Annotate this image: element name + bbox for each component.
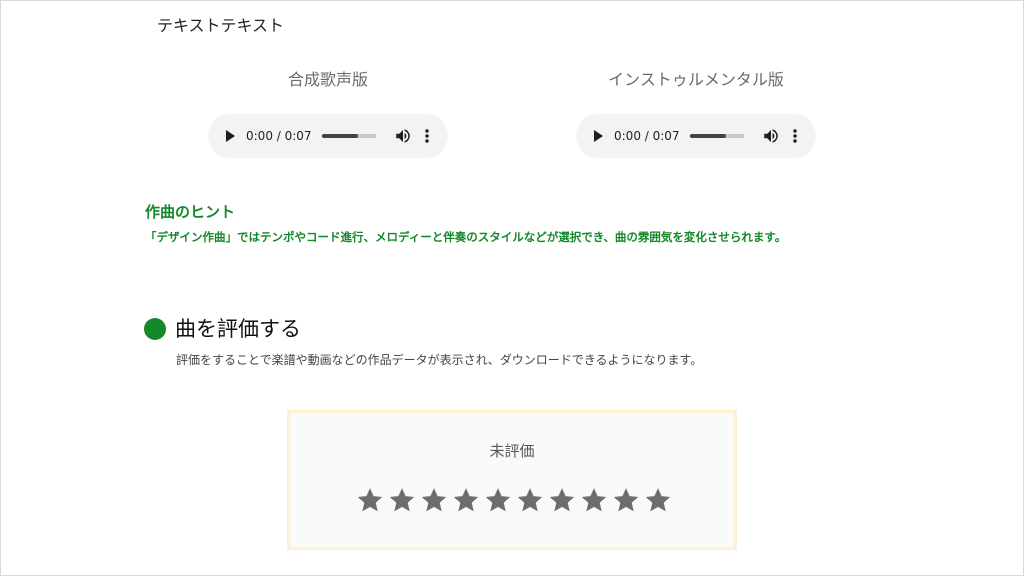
star-icon[interactable] [388, 486, 416, 514]
player-title: インストゥルメンタル版 [608, 70, 784, 89]
star-icon[interactable] [580, 486, 608, 514]
player-instrumental: インストゥルメンタル版 0:00 / 0:07 [576, 68, 816, 158]
star-icon[interactable] [420, 486, 448, 514]
rating-status: 未評価 [489, 442, 535, 460]
volume-icon[interactable] [394, 127, 412, 145]
seek-bar-fill [322, 134, 359, 138]
volume-icon[interactable] [762, 127, 780, 145]
section-title: 曲を評価する [175, 317, 301, 341]
play-icon[interactable] [226, 130, 235, 142]
seek-bar[interactable] [690, 134, 744, 138]
more-vertical-icon[interactable] [790, 127, 800, 145]
section-description: 評価をすることで楽譜や動画などの作品データが表示され、ダウンロードできるようにな… [176, 353, 703, 367]
player-title: 合成歌声版 [287, 70, 368, 89]
player-synth-vocal: 合成歌声版 0:00 / 0:07 [208, 68, 448, 158]
seek-bar-fill [690, 134, 727, 138]
play-icon[interactable] [594, 130, 603, 142]
hint-text: 「デザイン作曲」ではテンポやコード進行、メロディーと伴奏のスタイルなどが選択でき… [145, 230, 787, 244]
audio-player[interactable]: 0:00 / 0:07 [576, 114, 816, 158]
top-text: テキストテキスト [157, 16, 285, 35]
star-icon[interactable] [612, 486, 640, 514]
star-icon[interactable] [516, 486, 544, 514]
audio-player[interactable]: 0:00 / 0:07 [208, 114, 448, 158]
star-icon[interactable] [644, 486, 672, 514]
hint-title: 作曲のヒント [145, 203, 236, 221]
star-icon[interactable] [484, 486, 512, 514]
rating-box: 未評価 [287, 410, 737, 550]
star-icon[interactable] [548, 486, 576, 514]
green-dot-icon [144, 318, 166, 340]
star-rating[interactable] [356, 486, 672, 518]
seek-bar[interactable] [322, 134, 376, 138]
star-icon[interactable] [356, 486, 384, 514]
star-icon[interactable] [452, 486, 480, 514]
composition-hint: 作曲のヒント 「デザイン作曲」ではテンポやコード進行、メロディーと伴奏のスタイル… [145, 201, 786, 245]
more-vertical-icon[interactable] [422, 127, 432, 145]
time-display: 0:00 / 0:07 [246, 129, 312, 143]
time-display: 0:00 / 0:07 [614, 129, 680, 143]
